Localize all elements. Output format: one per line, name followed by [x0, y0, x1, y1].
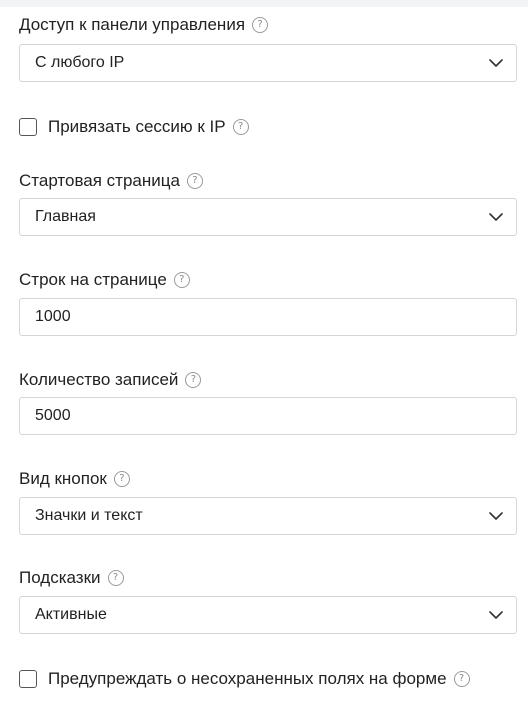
panel-access-label-text: Доступ к панели управления [19, 15, 246, 34]
top-bar [0, 0, 528, 7]
help-icon[interactable]: ? [453, 671, 470, 687]
chevron-down-icon [489, 59, 503, 67]
start-page-label-text: Стартовая страница [19, 171, 180, 190]
button-style-select[interactable]: Значки и текст [19, 497, 517, 535]
panel-access-label: Доступ к панели управления ? [19, 15, 269, 35]
warn-unsaved-row[interactable]: Предупреждать о несохраненных полях на ф… [19, 669, 470, 689]
button-style-label-text: Вид кнопок [19, 469, 107, 488]
button-style-value: Значки и текст [35, 507, 143, 524]
chevron-down-icon [489, 213, 503, 221]
chevron-down-icon [489, 611, 503, 619]
rows-per-page-input[interactable]: 1000 [19, 298, 517, 336]
record-count-input[interactable]: 5000 [19, 397, 517, 435]
rows-per-page-value: 1000 [35, 308, 71, 325]
hints-label-text: Подсказки [19, 568, 101, 587]
panel-access-value: С любого IP [35, 54, 125, 71]
start-page-select[interactable]: Главная [19, 198, 517, 236]
bind-session-row[interactable]: Привязать сессию к IP ? [19, 117, 249, 137]
help-icon[interactable]: ? [107, 570, 124, 586]
help-icon[interactable]: ? [232, 119, 249, 135]
start-page-value: Главная [35, 208, 96, 225]
hints-select[interactable]: Активные [19, 596, 517, 634]
chevron-down-icon [489, 512, 503, 520]
hints-label: Подсказки ? [19, 568, 124, 588]
record-count-label-text: Количество записей [19, 370, 179, 389]
button-style-label: Вид кнопок ? [19, 469, 130, 489]
warn-unsaved-label: Предупреждать о несохраненных полях на ф… [48, 669, 447, 688]
help-icon[interactable]: ? [173, 272, 190, 288]
help-icon[interactable]: ? [113, 471, 130, 487]
warn-unsaved-checkbox[interactable] [19, 670, 37, 688]
help-icon[interactable]: ? [252, 17, 269, 33]
rows-per-page-label-text: Строк на странице [19, 270, 167, 289]
bind-session-checkbox[interactable] [19, 118, 37, 136]
hints-value: Активные [35, 606, 107, 623]
help-icon[interactable]: ? [185, 372, 202, 388]
rows-per-page-label: Строк на странице ? [19, 270, 190, 290]
record-count-value: 5000 [35, 407, 71, 424]
help-icon[interactable]: ? [186, 173, 203, 189]
record-count-label: Количество записей ? [19, 370, 202, 390]
start-page-label: Стартовая страница ? [19, 171, 203, 191]
panel-access-select[interactable]: С любого IP [19, 44, 517, 82]
bind-session-label: Привязать сессию к IP [48, 117, 226, 136]
